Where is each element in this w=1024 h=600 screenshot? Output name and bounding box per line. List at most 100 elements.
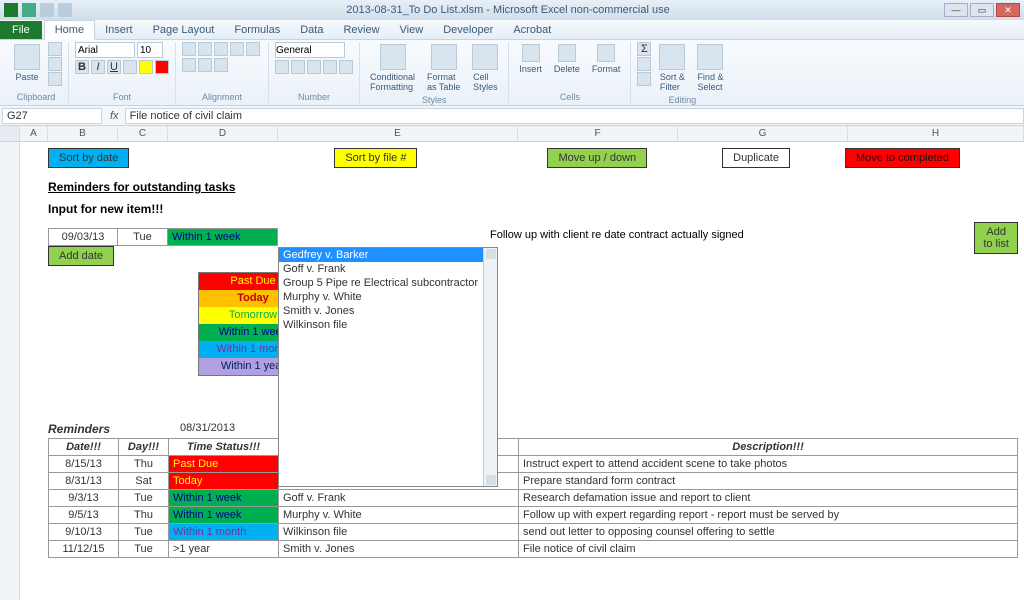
cell-date[interactable]: 8/31/13 <box>49 473 119 490</box>
col-date-header[interactable]: Date!!! <box>49 439 119 456</box>
align-left-icon[interactable] <box>246 42 260 56</box>
font-color-icon[interactable] <box>155 60 169 74</box>
cell-description[interactable]: Follow up with expert regarding report -… <box>519 507 1018 524</box>
close-button[interactable]: ✕ <box>996 3 1020 17</box>
add-to-list-button[interactable]: Add to list <box>974 222 1018 254</box>
wrap-text-icon[interactable] <box>230 42 244 56</box>
insert-cells-button[interactable]: Insert <box>515 42 546 76</box>
move-up-down-button[interactable]: Move up / down <box>547 148 647 168</box>
redo-icon[interactable] <box>58 3 72 17</box>
cell-description[interactable]: Research defamation issue and report to … <box>519 490 1018 507</box>
table-row[interactable]: 9/3/13TueWithin 1 weekGoff v. FrankResea… <box>49 490 1018 507</box>
add-date-button[interactable]: Add date <box>48 246 114 266</box>
italic-icon[interactable]: I <box>91 60 105 74</box>
tab-page-layout[interactable]: Page Layout <box>143 21 225 39</box>
tab-review[interactable]: Review <box>333 21 389 39</box>
col-e[interactable]: E <box>278 126 518 141</box>
copy-icon[interactable] <box>48 57 62 71</box>
col-b[interactable]: B <box>48 126 118 141</box>
duplicate-button[interactable]: Duplicate <box>722 148 790 168</box>
cell-description[interactable]: Prepare standard form contract <box>519 473 1018 490</box>
comma-icon[interactable] <box>307 60 321 74</box>
fill-icon[interactable] <box>637 57 651 71</box>
table-row[interactable]: 9/10/13TueWithin 1 monthWilkinson filese… <box>49 524 1018 541</box>
tab-formulas[interactable]: Formulas <box>224 21 290 39</box>
inc-dec-icon[interactable] <box>323 60 337 74</box>
cell-description[interactable]: Instruct expert to attend accident scene… <box>519 456 1018 473</box>
percent-icon[interactable] <box>291 60 305 74</box>
cell-day[interactable]: Tue <box>119 524 169 541</box>
find-select-button[interactable]: Find & Select <box>693 42 727 94</box>
cell-date[interactable]: 9/3/13 <box>49 490 119 507</box>
format-as-table-button[interactable]: Format as Table <box>423 42 464 94</box>
currency-icon[interactable] <box>275 60 289 74</box>
tab-view[interactable]: View <box>390 21 434 39</box>
table-row[interactable]: 9/5/13ThuWithin 1 weekMurphy v. WhiteFol… <box>49 507 1018 524</box>
save-icon[interactable] <box>22 3 36 17</box>
clear-icon[interactable] <box>637 72 651 86</box>
align-right-icon[interactable] <box>198 58 212 72</box>
cell-styles-button[interactable]: Cell Styles <box>468 42 502 94</box>
cell-file[interactable]: Murphy v. White <box>279 507 519 524</box>
col-f[interactable]: F <box>518 126 678 141</box>
file-dropdown-selected[interactable]: Gedfrey v. Barker <box>279 248 497 262</box>
cell-time-status[interactable]: Within 1 week <box>169 490 279 507</box>
sort-by-date-button[interactable]: Sort by date <box>48 148 129 168</box>
col-ts-header[interactable]: Time Status!!! <box>169 439 279 456</box>
file-option[interactable]: Wilkinson file <box>279 318 497 332</box>
file-option[interactable]: Smith v. Jones <box>279 304 497 318</box>
format-painter-icon[interactable] <box>48 72 62 86</box>
align-bot-icon[interactable] <box>214 42 228 56</box>
col-a[interactable]: A <box>20 126 48 141</box>
undo-icon[interactable] <box>40 3 54 17</box>
worksheet[interactable]: Sort by date Sort by file # Move up / do… <box>0 142 1024 600</box>
cell-file[interactable]: Smith v. Jones <box>279 541 519 558</box>
font-size-input[interactable] <box>137 42 163 58</box>
cell-file[interactable]: Goff v. Frank <box>279 490 519 507</box>
cell-day[interactable]: Sat <box>119 473 169 490</box>
font-name-input[interactable] <box>75 42 135 58</box>
table-row[interactable]: 11/12/15Tue>1 yearSmith v. JonesFile not… <box>49 541 1018 558</box>
cell-day[interactable]: Tue <box>119 541 169 558</box>
underline-icon[interactable]: U <box>107 60 121 74</box>
file-option[interactable]: Goff v. Frank <box>279 262 497 276</box>
fx-icon[interactable]: fx <box>104 110 125 122</box>
cell-time-status[interactable]: Today <box>169 473 279 490</box>
col-desc-header[interactable]: Description!!! <box>519 439 1018 456</box>
select-all-corner[interactable] <box>0 126 20 141</box>
file-tab[interactable]: File <box>0 21 42 39</box>
move-to-completed-button[interactable]: Move to completed <box>845 148 960 168</box>
table-row[interactable]: 8/31/13SatTodayGroup 5 Pipe re Electrica… <box>49 473 1018 490</box>
delete-cells-button[interactable]: Delete <box>550 42 584 76</box>
cell-time-status[interactable]: Within 1 month <box>169 524 279 541</box>
cell-description[interactable]: send out letter to opposing counsel offe… <box>519 524 1018 541</box>
format-cells-button[interactable]: Format <box>588 42 625 76</box>
tab-insert[interactable]: Insert <box>95 21 143 39</box>
cell-day[interactable]: Thu <box>119 507 169 524</box>
file-dropdown[interactable]: Gedfrey v. Barker Goff v. Frank Group 5 … <box>278 247 498 487</box>
sort-by-file-button[interactable]: Sort by file # <box>334 148 417 168</box>
number-format-select[interactable] <box>275 42 345 58</box>
cell-date[interactable]: 9/10/13 <box>49 524 119 541</box>
merge-icon[interactable] <box>214 58 228 72</box>
file-option[interactable]: Group 5 Pipe re Electrical subcontractor <box>279 276 497 290</box>
autosum-icon[interactable]: Σ <box>637 42 651 56</box>
maximize-button[interactable]: ▭ <box>970 3 994 17</box>
sort-filter-button[interactable]: Sort & Filter <box>655 42 689 94</box>
paste-button[interactable]: Paste <box>10 42 44 84</box>
align-top-icon[interactable] <box>182 42 196 56</box>
cell-date[interactable]: 8/15/13 <box>49 456 119 473</box>
file-option[interactable]: Murphy v. White <box>279 290 497 304</box>
name-box[interactable]: G27 <box>2 108 102 124</box>
tab-developer[interactable]: Developer <box>433 21 503 39</box>
row-headers[interactable] <box>0 142 20 600</box>
cell-date[interactable]: 11/12/15 <box>49 541 119 558</box>
conditional-formatting-button[interactable]: Conditional Formatting <box>366 42 419 94</box>
align-mid-icon[interactable] <box>198 42 212 56</box>
minimize-button[interactable]: — <box>944 3 968 17</box>
tab-data[interactable]: Data <box>290 21 333 39</box>
cell-day[interactable]: Tue <box>119 490 169 507</box>
new-item-date[interactable]: 09/03/13 <box>48 228 118 246</box>
col-d[interactable]: D <box>168 126 278 141</box>
cell-time-status[interactable]: >1 year <box>169 541 279 558</box>
